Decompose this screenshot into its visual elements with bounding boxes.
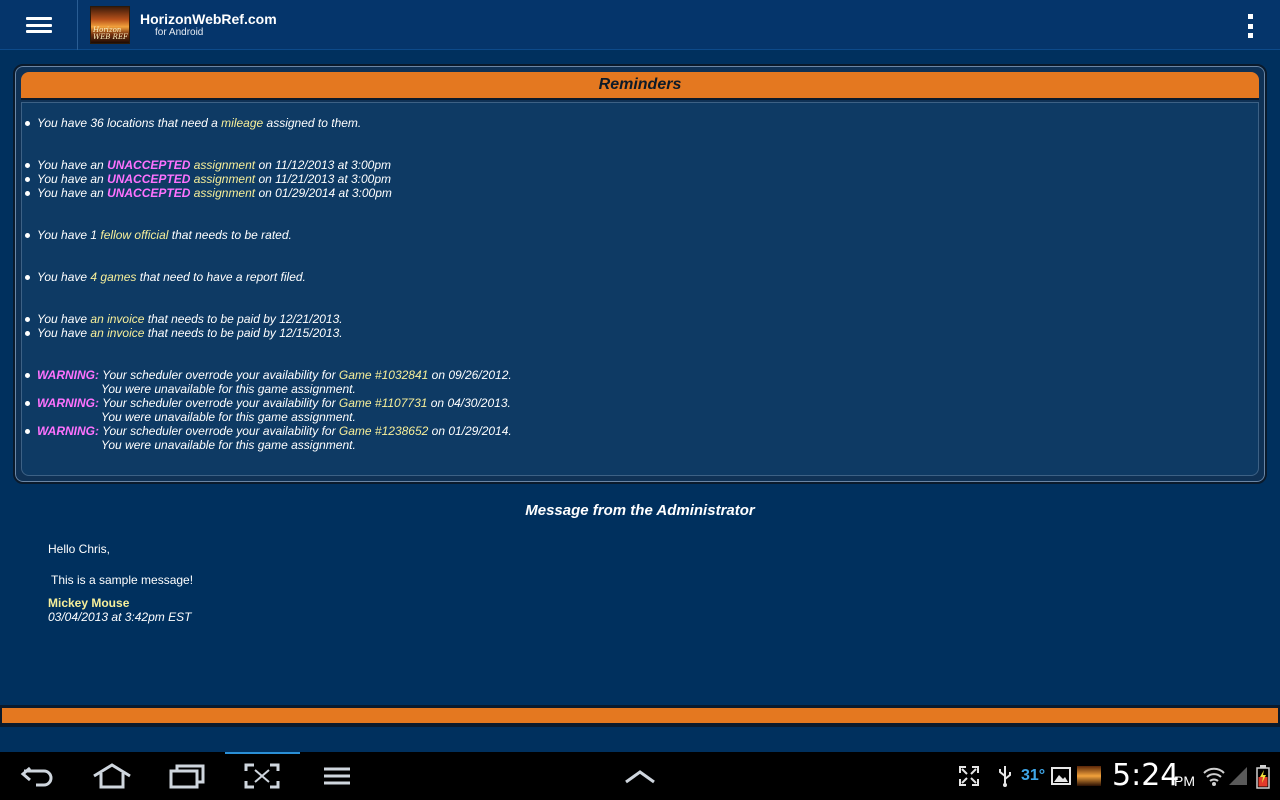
- battery-icon: [1255, 764, 1271, 790]
- reminders-title: Reminders: [598, 76, 682, 93]
- reminders-header: Reminders: [21, 72, 1259, 100]
- recent-apps-icon[interactable]: [167, 762, 207, 790]
- assignment-link[interactable]: assignment: [194, 158, 255, 172]
- message-date: 03/04/2013 at 3:42pm EST: [48, 610, 192, 624]
- fullscreen-icon[interactable]: [957, 764, 981, 788]
- assignment-link[interactable]: assignment: [194, 186, 255, 200]
- overflow-menu-icon[interactable]: [1240, 14, 1260, 38]
- back-icon[interactable]: [18, 762, 58, 790]
- gallery-icon: [1050, 764, 1072, 788]
- footer-bar: [0, 705, 1280, 727]
- message-greeting: Hello Chris,: [48, 542, 111, 556]
- clock-ampm: PM: [1174, 773, 1195, 789]
- warning-label: WARNING:: [37, 368, 99, 382]
- message-body: This is a sample message!: [51, 573, 194, 587]
- app-notification-icon: [1077, 764, 1101, 788]
- chevron-up-icon[interactable]: [620, 762, 660, 790]
- unaccepted-status: UNACCEPTED: [107, 158, 191, 172]
- message-author: Mickey Mouse: [48, 596, 130, 610]
- wifi-icon: [1202, 764, 1226, 788]
- menu-lines-icon[interactable]: [317, 762, 357, 790]
- games-link[interactable]: 4 games: [90, 270, 136, 284]
- assignment-link[interactable]: assignment: [194, 172, 255, 186]
- reminders-body: You have 36 locations that need a mileag…: [21, 102, 1259, 476]
- unaccepted-status: UNACCEPTED: [107, 172, 191, 186]
- reminders-panel: Reminders You have 36 locations that nee…: [13, 64, 1267, 484]
- action-bar: Horizon WEB REF HorizonWebRef.com for And…: [0, 0, 1280, 50]
- unaccepted-status: UNACCEPTED: [107, 186, 191, 200]
- home-icon[interactable]: [92, 762, 132, 790]
- app-logo: Horizon WEB REF: [90, 6, 130, 44]
- usb-icon: [996, 764, 1014, 788]
- signal-icon: [1228, 764, 1248, 788]
- invoice-link[interactable]: an invoice: [90, 326, 144, 340]
- clock: 5:24: [1112, 758, 1180, 793]
- warning-label: WARNING:: [37, 424, 99, 438]
- app-subtitle: for Android: [155, 27, 204, 38]
- fellow-official-link[interactable]: fellow official: [100, 228, 168, 242]
- screenshot-icon[interactable]: [242, 762, 282, 790]
- app-title: HorizonWebRef.com: [140, 11, 277, 27]
- temperature: 31°: [1021, 767, 1046, 784]
- game-link[interactable]: Game #1032841: [339, 368, 428, 382]
- invoice-link[interactable]: an invoice: [90, 312, 144, 326]
- warning-label: WARNING:: [37, 396, 99, 410]
- admin-message-title: Message from the Administrator: [525, 502, 755, 519]
- game-link[interactable]: Game #1238652: [339, 424, 428, 438]
- game-link[interactable]: Game #1107731: [339, 396, 428, 410]
- menu-icon[interactable]: [0, 0, 78, 50]
- mileage-link[interactable]: mileage: [221, 116, 263, 130]
